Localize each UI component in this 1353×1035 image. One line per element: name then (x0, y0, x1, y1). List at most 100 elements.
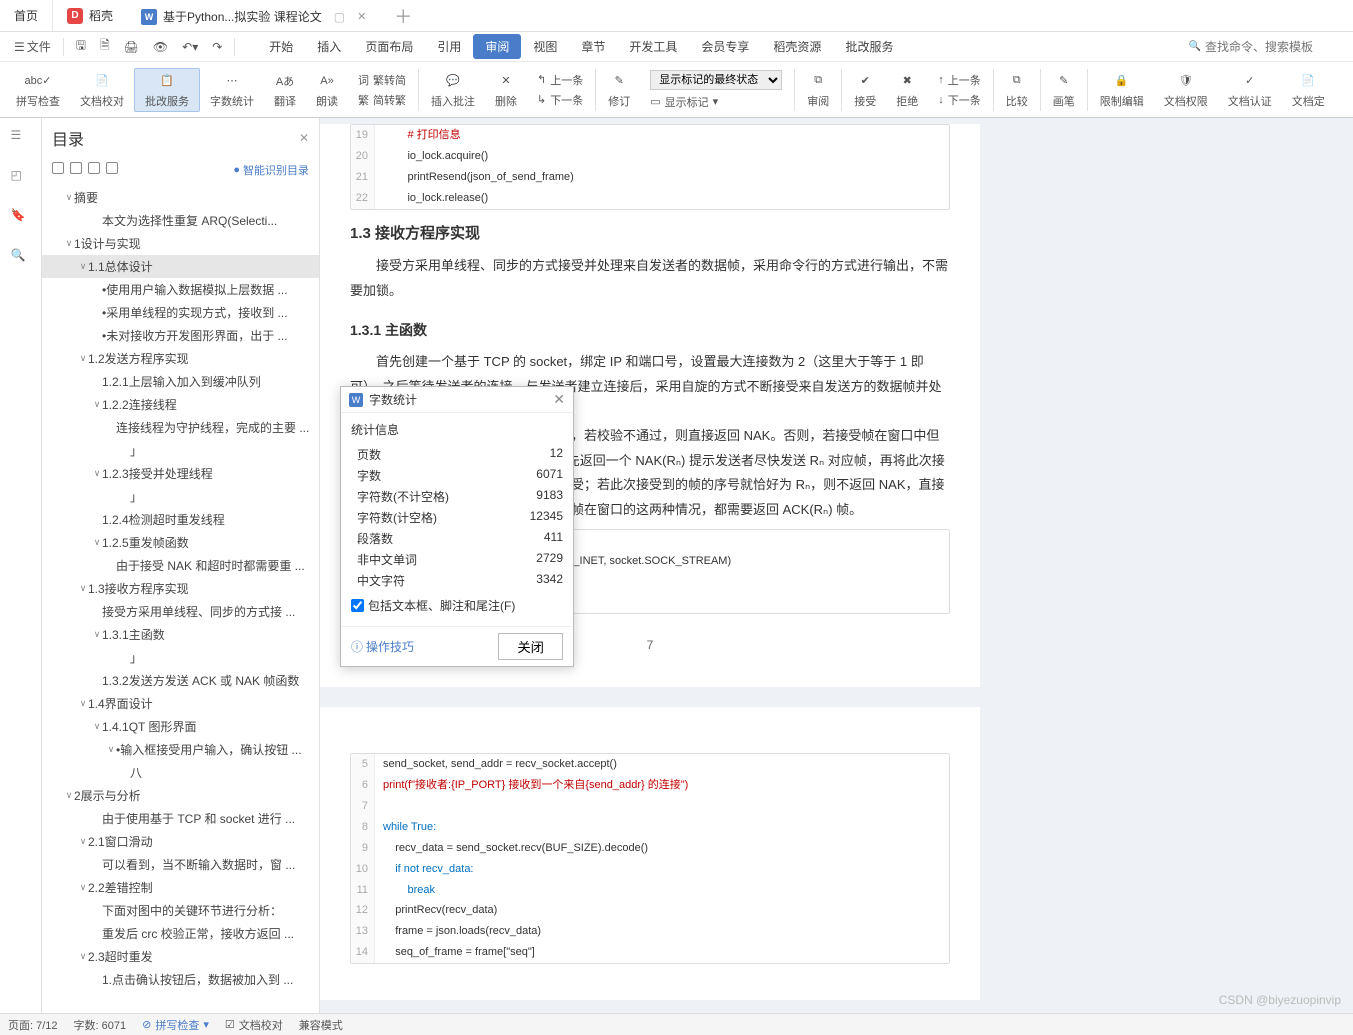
insert-comment-button[interactable]: 💬插入批注 (421, 69, 485, 111)
wordcount-button[interactable]: ⋯字数统计 (200, 69, 264, 111)
toc-item[interactable]: ∨2.1窗口滑动 (42, 830, 319, 853)
next-comment-button[interactable]: ↳ 下一条 (533, 91, 587, 109)
accept-button[interactable]: ✔接受 (844, 69, 886, 111)
menu-插入[interactable]: 插入 (305, 34, 353, 59)
show-marks-button[interactable]: ▭ 显示标记 ▾ (646, 93, 786, 111)
save-icon[interactable]: 🖫 (70, 32, 92, 61)
toc-item[interactable]: •未对接收方开发图形界面，出于 ... (42, 324, 319, 347)
tab-popout-icon[interactable]: ▢ (334, 10, 345, 24)
preview-icon[interactable]: 👁 (147, 36, 174, 58)
toc-item[interactable]: 」 (42, 646, 319, 669)
track-changes-button[interactable]: ✎修订 (598, 69, 640, 111)
toc-item[interactable]: 可以看到，当不断输入数据时，窗 ... (42, 853, 319, 876)
toc-item[interactable]: 1.点击确认按钮后，数据被加入到 ... (42, 968, 319, 991)
toc-item[interactable]: ∨1.3.1主函数 (42, 623, 319, 646)
next-change-button[interactable]: ↓ 下一条 (934, 91, 985, 109)
close-icon[interactable]: ✕ (357, 10, 366, 23)
status-page[interactable]: 页面: 7/12 (8, 1017, 58, 1033)
toc-item[interactable]: 1.2.1上层输入加入到缓冲队列 (42, 370, 319, 393)
toc-item[interactable]: ∨1.2.2连接线程 (42, 393, 319, 416)
tab-docer[interactable]: D 稻壳 (53, 0, 127, 31)
outline-icon[interactable]: ☰ (11, 128, 31, 148)
menu-稻壳资源[interactable]: 稻壳资源 (761, 34, 833, 59)
toc-item[interactable]: ∨1.1总体设计 (42, 255, 319, 278)
toc-item[interactable]: ∨1.4.1QT 图形界面 (42, 715, 319, 738)
search-icon[interactable]: 🔍 (11, 248, 31, 268)
dialog-close-icon[interactable]: ✕ (553, 391, 565, 408)
review-pane-button[interactable]: ⧉审阅 (797, 69, 839, 111)
menu-开发工具[interactable]: 开发工具 (617, 34, 689, 59)
search-input[interactable] (1205, 40, 1345, 54)
toc-item[interactable]: ∨1.4界面设计 (42, 692, 319, 715)
toc-item[interactable]: ∨2.3超时重发 (42, 945, 319, 968)
toc-item[interactable]: 本文为选择性重复 ARQ(Selecti... (42, 209, 319, 232)
status-proof[interactable]: ☑ 文档校对 (225, 1017, 283, 1033)
status-spellcheck[interactable]: ⊘ 拼写检查 ▾ (142, 1017, 209, 1033)
toc-item[interactable]: ∨1设计与实现 (42, 232, 319, 255)
read-aloud-button[interactable]: A»朗读 (306, 69, 348, 111)
nav-icon[interactable]: ◰ (11, 168, 31, 188)
auth-button[interactable]: ✓文档认证 (1218, 69, 1282, 111)
status-words[interactable]: 字数: 6071 (74, 1017, 127, 1033)
collapse-one-icon[interactable] (106, 162, 118, 174)
close-button[interactable]: 关闭 (498, 633, 563, 660)
toc-close-icon[interactable]: ✕ (299, 131, 309, 145)
toc-item[interactable]: ∨2展示与分析 (42, 784, 319, 807)
undo-icon[interactable]: ↶▾ (176, 36, 204, 58)
menu-开始[interactable]: 开始 (257, 34, 305, 59)
tab-add[interactable]: ＋ (380, 0, 426, 31)
delete-comment-button[interactable]: ✕删除 (485, 69, 527, 111)
menu-章节[interactable]: 章节 (569, 34, 617, 59)
translate-button[interactable]: Aあ翻译 (264, 69, 306, 111)
include-checkbox[interactable]: 包括文本框、脚注和尾注(F) (351, 591, 563, 618)
toc-item[interactable]: 接受方采用单线程、同步的方式接 ... (42, 600, 319, 623)
toc-item[interactable]: ∨1.3接收方程序实现 (42, 577, 319, 600)
print-icon[interactable]: 🖨 (118, 36, 145, 58)
toc-item[interactable]: ∨1.2.5重发帧函数 (42, 531, 319, 554)
menu-页面布局[interactable]: 页面布局 (353, 34, 425, 59)
toc-item[interactable]: 连接线程为守护线程，完成的主要 ... (42, 416, 319, 439)
reject-button[interactable]: ✖拒绝 (886, 69, 928, 111)
menu-会员专享[interactable]: 会员专享 (689, 34, 761, 59)
trad-button[interactable]: 繁 简转繁 (354, 91, 410, 109)
menu-审阅[interactable]: 审阅 (473, 34, 521, 59)
toc-item[interactable]: 重发后 crc 校验正常，接收方返回 ... (42, 922, 319, 945)
review-service-button[interactable]: 📋批改服务 (134, 68, 200, 112)
toc-item[interactable]: ∨1.2.3接受并处理线程 (42, 462, 319, 485)
toc-item[interactable]: ∨2.2差错控制 (42, 876, 319, 899)
toc-item[interactable]: 」 (42, 485, 319, 508)
toc-item[interactable]: 下面对图中的关键环节进行分析： (42, 899, 319, 922)
hamburger-icon[interactable]: ☰ 文件 (8, 34, 57, 59)
tips-link[interactable]: ⓘ 操作技巧 (351, 638, 414, 655)
ink-button[interactable]: ✎画笔 (1043, 69, 1085, 111)
bookmark-icon[interactable]: 🔖 (11, 208, 31, 228)
toc-item[interactable]: •使用用户输入数据模拟上层数据 ... (42, 278, 319, 301)
toc-item[interactable]: 由于接受 NAK 和超时时都需要重 ... (42, 554, 319, 577)
expand-one-icon[interactable] (88, 162, 100, 174)
toc-item[interactable]: ∨摘要 (42, 186, 319, 209)
menu-批改服务[interactable]: 批改服务 (833, 34, 905, 59)
toc-item[interactable]: 1.3.2发送方发送 ACK 或 NAK 帧函数 (42, 669, 319, 692)
permissions-button[interactable]: 🛡文档权限 (1154, 69, 1218, 111)
safe-button[interactable]: 📄文档定 (1282, 69, 1335, 111)
prev-comment-button[interactable]: ↰ 上一条 (533, 71, 587, 89)
toc-item[interactable]: 1.2.4检测超时重发线程 (42, 508, 319, 531)
toc-item[interactable]: ∨1.2发送方程序实现 (42, 347, 319, 370)
restrict-button[interactable]: 🔒限制编辑 (1090, 69, 1154, 111)
menu-引用[interactable]: 引用 (425, 34, 473, 59)
proofread-button[interactable]: 📄文档校对 (70, 69, 134, 111)
tab-home[interactable]: 首页 (0, 0, 53, 31)
collapse-all-icon[interactable] (70, 162, 82, 174)
simp-button[interactable]: 词 繁转简 (354, 71, 410, 89)
expand-all-icon[interactable] (52, 162, 64, 174)
toc-item[interactable]: ∨•输入框接受用户输入，确认按钮 ... (42, 738, 319, 761)
compare-button[interactable]: ⧉比较 (996, 69, 1038, 111)
toc-item[interactable]: 由于使用基于 TCP 和 socket 进行 ... (42, 807, 319, 830)
redo-icon[interactable]: ↷ (206, 36, 228, 58)
prev-change-button[interactable]: ↑ 上一条 (934, 71, 985, 89)
menu-视图[interactable]: 视图 (521, 34, 569, 59)
smart-toc-button[interactable]: 智能识别目录 (233, 162, 309, 178)
toc-item[interactable]: 」 (42, 439, 319, 462)
marking-select[interactable]: 显示标记的最终状态 (650, 70, 782, 90)
spellcheck-button[interactable]: abc✓拼写检查 (6, 69, 70, 111)
